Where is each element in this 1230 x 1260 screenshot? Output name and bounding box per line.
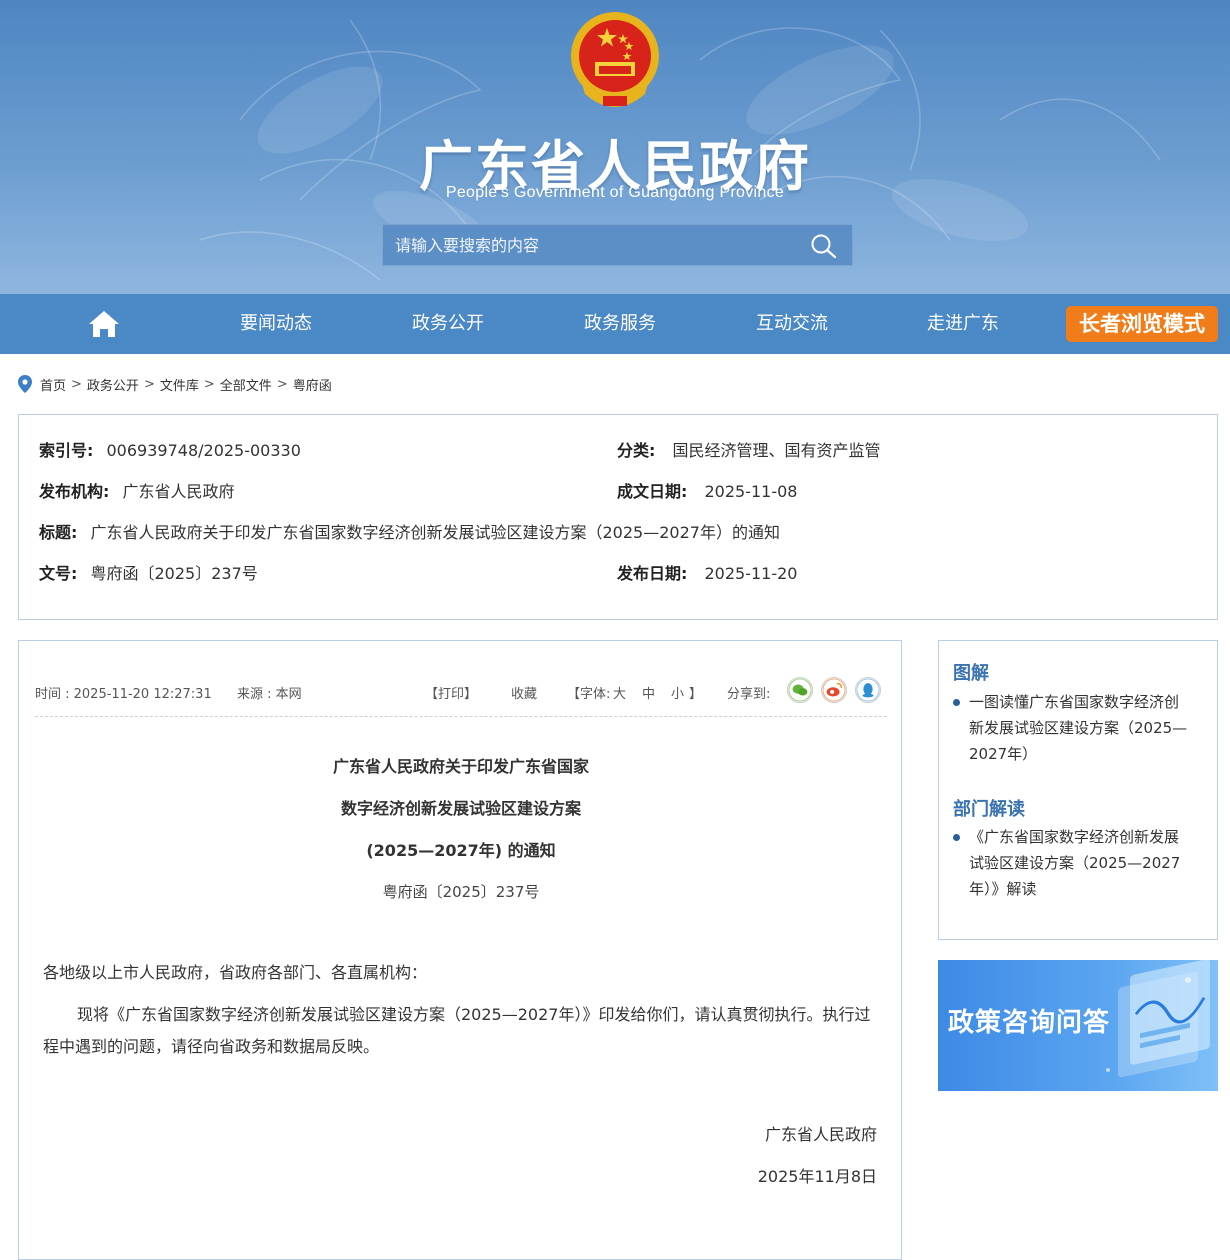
document-number: 粤府函〔2025〕237号	[382, 883, 540, 901]
infographic-link[interactable]: 一图读懂广东省国家数字经济创 新发展试验区建设方案（2025— 2027年）	[953, 689, 1209, 767]
national-emblem	[571, 12, 659, 107]
meta-category-value: 国民经济管理、国有资产监管	[672, 441, 881, 460]
meta-category-label: 分类:	[617, 441, 656, 460]
meta-docno-label: 文号:	[39, 564, 78, 583]
meta-pubdate-label: 发布日期:	[617, 564, 688, 583]
breadcrumb-home[interactable]: 首页	[40, 375, 66, 394]
nav-item-about-guangdong[interactable]: 走进广东	[888, 294, 1038, 354]
document-meta-box: 索引号: 006939748/2025-00330 分类: 国民经济管理、国有资…	[18, 414, 1218, 620]
meta-title-label: 标题:	[39, 523, 78, 542]
wechat-icon[interactable]	[787, 677, 813, 703]
breadcrumb-separator: >	[203, 376, 215, 392]
location-pin-icon	[18, 375, 32, 393]
section-interpretation-title: 部门解读	[953, 799, 1025, 820]
infographic-link-line-1: 一图读懂广东省国家数字经济创	[969, 693, 1180, 711]
document-signature-date: 2025年11月8日	[757, 1167, 877, 1186]
meta-pubdate-value: 2025-11-20	[704, 564, 798, 583]
font-small-button[interactable]: 小	[671, 683, 684, 702]
print-button[interactable]: 【打印】	[425, 683, 477, 702]
font-large-button[interactable]: 大	[613, 683, 626, 702]
section-infographic-title: 图解	[953, 663, 989, 684]
interpretation-link-line-1: 《广东省国家数字经济创新发展	[969, 828, 1180, 846]
meta-title: 标题: 广东省人民政府关于印发广东省国家数字经济创新发展试验区建设方案（2025…	[39, 519, 780, 543]
breadcrumb-open-government[interactable]: 政务公开	[87, 375, 139, 394]
search-icon[interactable]	[810, 233, 838, 259]
document-salutation: 各地级以上市人民政府，省政府各部门、各直属机构：	[43, 963, 428, 982]
meta-publisher: 发布机构: 广东省人民政府	[39, 478, 235, 502]
document-title-line-1: 广东省人民政府关于印发广东省国家	[332, 757, 589, 776]
breadcrumb-all-files[interactable]: 全部文件	[220, 375, 272, 394]
breadcrumb-separator: >	[71, 376, 82, 392]
article-toolbar: 时间 : 2025-11-20 12:27:31 来源 : 本网 【打印】 收藏…	[35, 677, 887, 717]
article-panel: 时间 : 2025-11-20 12:27:31 来源 : 本网 【打印】 收藏…	[18, 640, 902, 1260]
publish-time: 时间 : 2025-11-20 12:27:31	[35, 687, 212, 702]
home-icon[interactable]	[88, 310, 120, 338]
qq-icon[interactable]	[855, 677, 881, 703]
meta-index-value: 006939748/2025-00330	[106, 441, 301, 460]
policy-qa-banner[interactable]: 政策咨询问答	[938, 960, 1218, 1091]
article-source: 来源 : 本网	[237, 687, 302, 702]
document-title-line-2: 数字经济创新发展试验区建设方案	[340, 799, 581, 818]
meta-written-date: 成文日期: 2025-11-08	[617, 478, 797, 502]
font-medium-button[interactable]: 中	[642, 683, 655, 702]
meta-publisher-value: 广东省人民政府	[122, 482, 235, 501]
breadcrumb-file-library[interactable]: 文件库	[160, 375, 199, 394]
elder-mode-button[interactable]: 长者浏览模式	[1066, 306, 1218, 342]
interpretation-link-line-3: 年）》解读	[969, 880, 1037, 898]
nav-item-interaction[interactable]: 互动交流	[717, 294, 867, 354]
document-body-line-2: 程中遇到的问题，请径向省政务和数据局反映。	[43, 1037, 380, 1056]
interpretation-link[interactable]: 《广东省国家数字经济创新发展 试验区建设方案（2025—2027 年）》解读	[953, 824, 1209, 902]
meta-docno-value: 粤府函〔2025〕237号	[90, 564, 258, 583]
bullet-icon	[953, 834, 960, 841]
document-body-line-1: 现将《广东省国家数字经济创新发展试验区建设方案（2025—2027年）》印发给你…	[77, 1005, 871, 1024]
related-sidebar: 图解 一图读懂广东省国家数字经济创 新发展试验区建设方案（2025— 2027年…	[938, 640, 1218, 940]
site-subtitle: People's Government of Guangdong Provinc…	[445, 184, 785, 201]
font-size-suffix: 】	[689, 687, 703, 702]
main-nav: 要闻动态 政务公开 政务服务 互动交流 走进广东	[0, 294, 1230, 354]
share-label: 分享到:	[727, 687, 771, 702]
infographic-link-line-2: 新发展试验区建设方案（2025—	[969, 719, 1188, 737]
meta-docno: 文号: 粤府函〔2025〕237号	[39, 560, 258, 584]
font-size-prefix: 【字体:	[567, 687, 611, 702]
breadcrumb-separator: >	[143, 376, 155, 392]
meta-index-label: 索引号:	[39, 441, 94, 460]
meta-index: 索引号: 006939748/2025-00330	[39, 437, 301, 461]
infographic-link-line-3: 2027年）	[969, 745, 1038, 763]
weibo-icon[interactable]	[821, 677, 847, 703]
search-input[interactable]	[383, 225, 803, 265]
breadcrumb-separator: >	[276, 376, 288, 392]
meta-written-label: 成文日期:	[617, 482, 688, 501]
favorite-button[interactable]: 收藏	[511, 683, 537, 702]
document-signature-org: 广东省人民政府	[764, 1125, 877, 1144]
nav-item-services[interactable]: 政务服务	[545, 294, 695, 354]
meta-publisher-label: 发布机构:	[39, 482, 110, 501]
document-title-line-3: (2025—2027年) 的通知	[366, 841, 556, 860]
site-header: 广东省人民政府 People's Government of Guangdong…	[0, 0, 1230, 294]
banner-title: 政策咨询问答	[948, 1008, 1111, 1038]
meta-category: 分类: 国民经济管理、国有资产监管	[617, 437, 881, 461]
nav-item-news[interactable]: 要闻动态	[201, 294, 351, 354]
search-box	[382, 224, 853, 266]
meta-written-value: 2025-11-08	[704, 482, 798, 501]
breadcrumb-current[interactable]: 粤府函	[293, 375, 332, 394]
nav-item-open-government[interactable]: 政务公开	[373, 294, 523, 354]
interpretation-link-line-2: 试验区建设方案（2025—2027	[969, 854, 1181, 872]
bullet-icon	[953, 699, 960, 706]
meta-publish-date: 发布日期: 2025-11-20	[617, 560, 797, 584]
meta-title-value: 广东省人民政府关于印发广东省国家数字经济创新发展试验区建设方案（2025—202…	[90, 523, 780, 542]
breadcrumb: 首页 > 政务公开 > 文件库 > 全部文件 > 粤府函	[18, 374, 332, 394]
